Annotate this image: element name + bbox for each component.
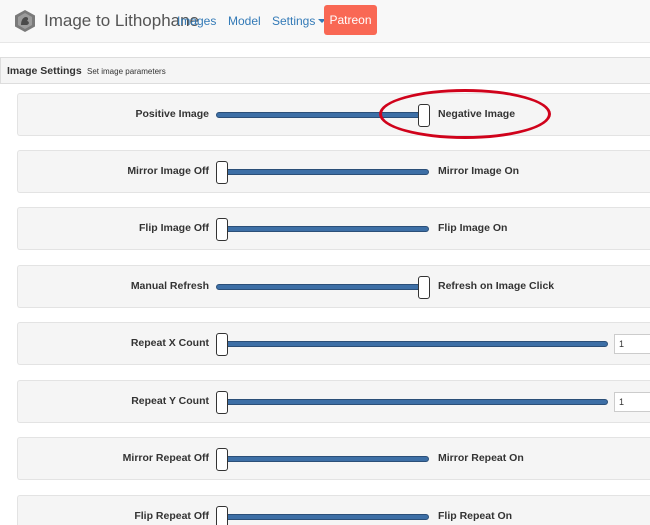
right-label: Refresh on Image Click <box>438 280 555 292</box>
right-label: Flip Image On <box>438 222 508 234</box>
setting-row-repeat-x: Repeat X Count 1 <box>17 322 650 365</box>
navbar: Image to Lithophane Images Model Setting… <box>0 0 650 43</box>
left-label: Mirror Repeat Off <box>122 452 209 464</box>
lithophane-logo-icon <box>15 10 35 32</box>
right-label: Mirror Image On <box>438 165 520 177</box>
panel-title: Image Settings <box>7 65 82 77</box>
left-label: Repeat Y Count <box>131 395 209 407</box>
left-label: Manual Refresh <box>130 280 209 292</box>
left-label: Positive Image <box>135 108 209 120</box>
slider-thumb[interactable] <box>216 506 228 525</box>
left-label: Flip Repeat Off <box>134 510 209 522</box>
nav-settings-label: Settings <box>272 14 316 28</box>
toggle-slider-track[interactable] <box>216 169 429 175</box>
count-slider-track[interactable] <box>216 341 608 347</box>
nav-images[interactable]: Images <box>177 14 216 28</box>
repeat-y-count-input[interactable]: 1 <box>614 392 650 412</box>
right-label: Mirror Repeat On <box>438 452 524 464</box>
left-label: Repeat X Count <box>130 337 209 349</box>
left-label: Flip Image Off <box>138 222 209 234</box>
panel-subtitle: Set image parameters <box>87 67 166 76</box>
toggle-slider-track[interactable] <box>216 456 429 462</box>
slider-thumb[interactable] <box>216 218 228 241</box>
repeat-x-count-input[interactable]: 1 <box>614 334 650 354</box>
slider-thumb[interactable] <box>216 333 228 356</box>
brand[interactable]: Image to Lithophane <box>13 8 199 34</box>
setting-row-refresh: Manual Refresh Refresh on Image Click <box>17 265 650 308</box>
toggle-slider-track[interactable] <box>216 284 429 290</box>
slider-thumb[interactable] <box>216 391 228 414</box>
setting-row-repeat-y: Repeat Y Count 1 <box>17 380 650 423</box>
toggle-slider-track[interactable] <box>216 226 429 232</box>
patreon-button[interactable]: Patreon <box>324 5 377 35</box>
setting-row-mirror-repeat: Mirror Repeat Off Mirror Repeat On <box>17 437 650 480</box>
annotation-highlight-ellipse <box>379 89 551 139</box>
count-slider-track[interactable] <box>216 399 608 405</box>
setting-row-negative-image: Positive Image Negative Image <box>17 93 650 136</box>
slider-thumb[interactable] <box>418 276 430 299</box>
setting-row-flip-repeat: Flip Repeat Off Flip Repeat On <box>17 495 650 525</box>
setting-row-flip-image: Flip Image Off Flip Image On <box>17 207 650 250</box>
nav-model[interactable]: Model <box>228 14 261 28</box>
panel-header: Image Settings Set image parameters <box>0 57 650 84</box>
nav-settings[interactable]: Settings <box>272 14 327 28</box>
left-label: Mirror Image Off <box>127 165 209 177</box>
right-label: Flip Repeat On <box>438 510 513 522</box>
setting-row-mirror-image: Mirror Image Off Mirror Image On <box>17 150 650 193</box>
brand-title: Image to Lithophane <box>44 11 200 30</box>
slider-thumb[interactable] <box>216 448 228 471</box>
toggle-slider-track[interactable] <box>216 514 429 520</box>
slider-thumb[interactable] <box>216 161 228 184</box>
